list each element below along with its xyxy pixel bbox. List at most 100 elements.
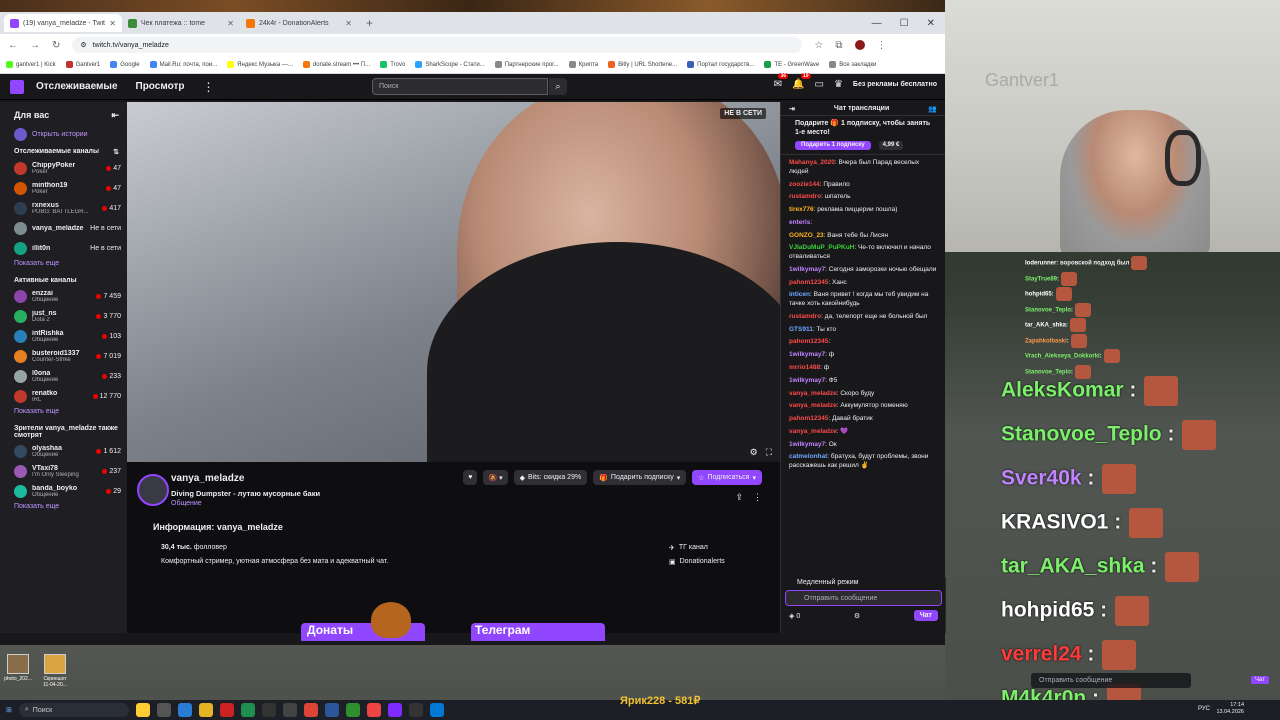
bookmark-item[interactable]: Все закладки [829,61,876,68]
donationalerts-link[interactable]: ▣ Donationalerts [669,558,725,566]
nav-following[interactable]: Отслеживаемые [36,81,118,92]
prime-button[interactable]: Без рекламы бесплатно [853,81,937,88]
system-clock[interactable]: 17:14 13.04.2026 [1216,702,1244,716]
chrome-icon[interactable] [303,703,318,717]
bookmark-item[interactable]: Mail.Ru: почта, пои... [149,61,217,68]
channel-points[interactable]: ◈ 0 [789,612,800,620]
chat-username[interactable]: zoozie144 [789,181,820,188]
sidebar-channel-item[interactable]: enzzai Общение 7 459 [0,286,127,306]
whispers-icon[interactable]: ▭ [815,79,824,90]
browser-tab[interactable]: (19) vanya_meladze - Twitch ✕ [4,14,122,32]
url-field[interactable]: ⚙ twitch.tv/vanya_meladze [72,37,803,53]
minimize-icon[interactable]: — [872,18,882,29]
sidebar-channel-item[interactable]: renatko IRL 12 770 [0,386,127,406]
crown-icon[interactable]: ♛ [834,79,843,90]
bookmark-item[interactable]: Bitly | URL Shortene... [608,61,677,68]
chat-username[interactable]: tirex776 [789,206,814,213]
share-icon[interactable]: ⇪ [735,492,743,503]
open-history-item[interactable]: Открыть истории [0,124,127,144]
chat-username[interactable]: Mahanya_2020 [789,159,835,166]
maximize-icon[interactable]: ☐ [900,18,909,29]
sidebar-channel-item[interactable]: l0ona Общение 233 [0,366,127,386]
app-red-icon[interactable] [366,703,381,717]
follow-heart-button[interactable]: ♥ [463,470,478,485]
desktop-icon-screenshot[interactable]: Скриншот 11-04-20... [40,654,70,688]
chat-username[interactable]: 1wilkymay7 [789,266,825,273]
tab-close-icon[interactable]: ✕ [227,19,234,28]
twitch-logo-icon[interactable] [10,79,24,94]
bookmark-item[interactable]: Google [110,61,140,68]
nav-more-icon[interactable]: ⋮ [202,80,214,94]
video-player[interactable]: НЕ В СЕТИ ⚙ ⛶ [127,102,780,462]
gift-sub-button[interactable]: 🎁 Подарить подписку ▾ [593,470,687,485]
back-icon[interactable]: ← [8,40,18,51]
chat-send-button[interactable]: Чат [913,610,938,621]
app-green2-icon[interactable] [345,703,360,717]
chat-username[interactable]: rustamdro [789,193,821,200]
site-info-icon[interactable]: ⚙ [80,41,86,49]
chat-username[interactable]: 1wilkymay7 [789,377,825,384]
notification-bell-button[interactable]: 🔕 ▾ [483,470,508,485]
desktop-icon-photo[interactable]: photo_202... [3,654,33,682]
app-dark-icon[interactable] [261,703,276,717]
chat-username[interactable]: vanya_meladze [789,402,837,409]
sort-icon[interactable]: ⇅ [113,148,119,156]
close-window-icon[interactable]: ✕ [927,18,935,29]
channel-name[interactable]: vanya_meladze [171,473,244,484]
chat-username[interactable]: pahom12345 [789,415,828,422]
app-blue-icon[interactable] [429,703,444,717]
sidebar-channel-item[interactable]: olyashaa Общение 1 612 [0,441,127,461]
sidebar-channel-item[interactable]: busteroid1337 Counter-Strike 7 019 [0,346,127,366]
app-green-icon[interactable] [240,703,255,717]
search-input[interactable]: Поиск [372,78,548,95]
sidebar-channel-item[interactable]: ChippyPoker Poker 47 [0,158,127,178]
gift-one-sub-button[interactable]: Подарить 1 подписку [795,140,871,150]
stream-category[interactable]: Общение [171,500,202,507]
profile-avatar[interactable] [854,40,865,50]
app-64-icon[interactable] [219,703,234,717]
bookmark-item[interactable]: Крипта [568,61,598,68]
chat-users-icon[interactable]: 👥 [928,105,937,113]
tab-close-icon[interactable]: ✕ [345,19,352,28]
fullscreen-icon[interactable]: ⛶ [766,447,772,458]
telegram-panel[interactable]: Телеграм [471,623,605,641]
collapse-sidebar-icon[interactable]: ⇤ [111,110,119,121]
settings-gear-icon[interactable]: ⚙ [750,447,758,458]
bookmark-star-icon[interactable]: ☆ [814,40,823,51]
chat-username[interactable]: enteris [789,219,810,226]
chat-username[interactable]: VJIaDuMuP_PuPKuH [789,244,854,251]
chat-username[interactable]: rustamdro [789,313,821,320]
bookmark-item[interactable]: SharkScope - Стати... [415,61,485,68]
bookmark-item[interactable]: TE - GreenWave [764,61,819,68]
bookmark-item[interactable]: Портал государств... [687,61,754,68]
chat-username[interactable]: pahom12345 [789,338,828,345]
bits-button[interactable]: ◆ Bits: скидка 29% [513,470,588,485]
settings-gear-icon[interactable]: ⚙ [854,612,860,620]
language-indicator[interactable]: РУС [1198,706,1210,712]
explorer-icon[interactable] [198,703,213,717]
inbox-icon[interactable]: ✉ 36 [774,73,789,90]
chat-username[interactable]: 1wilkymay7 [789,441,825,448]
obs-icon[interactable] [282,703,297,717]
chat-username[interactable]: GTS911 [789,326,813,333]
overlay-chat-input[interactable]: Отправить сообщение [1031,673,1191,688]
bookmark-item[interactable]: Партнерские прог... [494,61,559,68]
sidebar-channel-item[interactable]: illit0n Не в сети [0,238,127,258]
bookmark-item[interactable]: gantver1 | Kick [6,61,56,68]
calculator-icon[interactable] [324,703,339,717]
chat-username[interactable]: mrrio1488 [789,364,820,371]
browser-menu-icon[interactable]: ⋮ [877,40,887,51]
chat-username[interactable]: catmelonhat [789,453,827,460]
chat-username[interactable]: GONZO_23 [789,232,824,239]
sidebar-channel-item[interactable]: vanya_meladze Не в сети [0,218,127,238]
tab-close-icon[interactable]: ✕ [109,19,116,28]
sidebar-channel-item[interactable]: just_ns Dota 2 3 770 [0,306,127,326]
sidebar-channel-item[interactable]: rxnexus PUBG: BATTLEGR... 417 [0,198,127,218]
chat-username[interactable]: inticen [789,291,810,298]
reload-icon[interactable]: ↻ [52,40,60,51]
subscribe-button[interactable]: ☆ Подписаться ▾ [692,470,762,485]
tg-link[interactable]: ✈ ТГ канал [669,544,708,552]
copilot-icon[interactable] [135,703,150,717]
show-more-followed[interactable]: Показать еще [0,258,127,273]
sidebar-channel-item[interactable]: minthon19 Poker 47 [0,178,127,198]
